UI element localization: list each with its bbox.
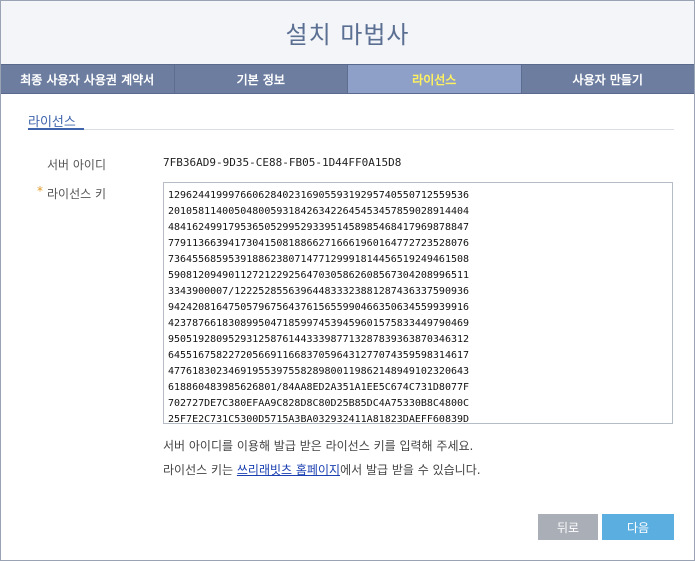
license-key-label-wrap: * 라이선스 키 bbox=[37, 184, 107, 202]
next-button[interactable]: 다음 bbox=[602, 514, 674, 540]
help-text-server-id: 서버 아이디를 이용해 발급 받은 라이선스 키를 입력해 주세요. bbox=[163, 439, 474, 453]
step-license[interactable]: 라이선스 bbox=[348, 65, 522, 93]
server-id-value: 7FB36AD9-9D35-CE88-FB05-1D44FF0A15D8 bbox=[163, 156, 402, 169]
wizard-title: 설치 마법사 bbox=[285, 21, 410, 49]
step-basic-info[interactable]: 기본 정보 bbox=[175, 65, 348, 93]
title-bar: 설치 마법사 bbox=[1, 1, 694, 64]
license-key-label: 라이선스 키 bbox=[47, 187, 107, 201]
required-marker: * bbox=[37, 184, 43, 198]
back-button[interactable]: 뒤로 bbox=[538, 514, 598, 540]
help-text-prefix: 라이선스 키는 bbox=[163, 463, 237, 477]
step-tabs: 최종 사용자 사용권 계약서 기본 정보 라이선스 사용자 만들기 bbox=[1, 64, 694, 94]
section-title-underline bbox=[28, 128, 84, 130]
setup-wizard-window: 설치 마법사 최종 사용자 사용권 계약서 기본 정보 라이선스 사용자 만들기… bbox=[0, 0, 695, 561]
server-id-label: 서버 아이디 bbox=[47, 158, 107, 172]
help-text-homepage: 라이선스 키는 쓰리래빗츠 홈페이지에서 발급 받을 수 있습니다. bbox=[163, 461, 481, 478]
help-text-suffix: 에서 발급 받을 수 있습니다. bbox=[340, 463, 481, 477]
step-create-user[interactable]: 사용자 만들기 bbox=[522, 65, 695, 93]
homepage-link[interactable]: 쓰리래빗츠 홈페이지 bbox=[237, 463, 340, 477]
step-eula[interactable]: 최종 사용자 사용권 계약서 bbox=[1, 65, 175, 93]
section-divider bbox=[28, 129, 674, 130]
license-key-textarea[interactable]: 1296244199976606284023169055931929574055… bbox=[163, 182, 673, 424]
